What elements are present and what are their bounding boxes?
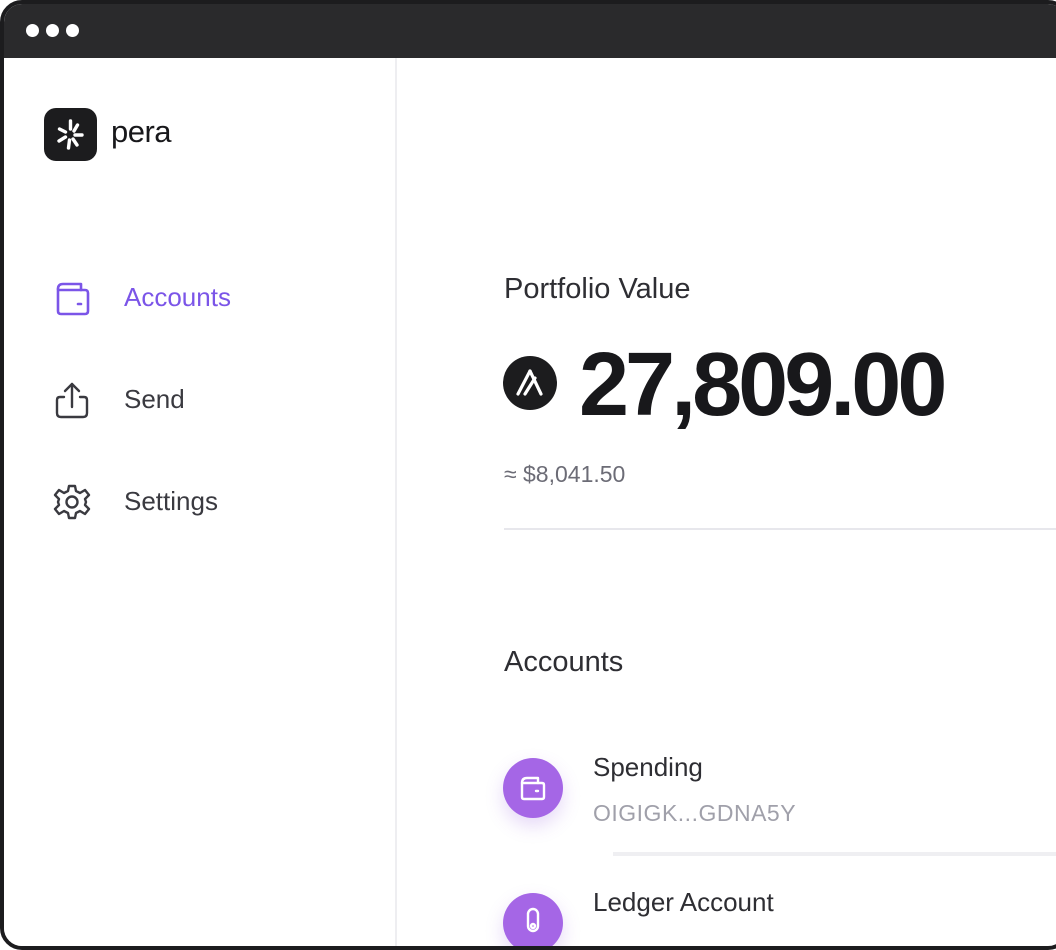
divider (504, 528, 1056, 530)
sidebar-item-accounts[interactable]: Accounts (52, 272, 352, 322)
sidebar-item-label: Accounts (124, 282, 231, 312)
sidebar-item-send[interactable]: Send (52, 374, 352, 424)
account-item-ledger[interactable]: Ledger Account (503, 887, 1056, 946)
portfolio-label: Portfolio Value (504, 273, 691, 305)
window-dot-close[interactable] (26, 24, 39, 37)
account-address: OIGIGK...GDNA5Y (593, 800, 797, 826)
accounts-heading: Accounts (504, 646, 624, 678)
portfolio-value: 27,809.00 (579, 335, 947, 435)
wallet-icon (52, 278, 92, 318)
sidebar: pera Accounts Send Settings (4, 58, 397, 946)
window-titlebar (4, 4, 1056, 58)
sidebar-item-label: Settings (124, 486, 218, 516)
account-avatar (503, 893, 563, 946)
row-separator (613, 852, 1056, 856)
pera-logo-icon (44, 108, 97, 161)
sidebar-item-settings[interactable]: Settings (52, 476, 352, 526)
share-upload-icon (52, 380, 92, 420)
sidebar-item-label: Send (124, 384, 185, 414)
window-dot-maximize[interactable] (66, 24, 79, 37)
app-window: pera Accounts Send Settings Portfolio Va… (0, 0, 1056, 950)
account-name: Spending (593, 752, 703, 782)
gear-icon (52, 482, 92, 522)
account-item-spending[interactable]: Spending OIGIGK...GDNA5Y (503, 752, 1056, 858)
portfolio-usd-value: ≈ $8,041.50 (504, 461, 626, 487)
window-dot-minimize[interactable] (46, 24, 59, 37)
main-content: Portfolio Value 27,809.00 ≈ $8,041.50 Ac… (397, 58, 1056, 946)
app-name: pera (111, 114, 172, 149)
account-name: Ledger Account (593, 887, 774, 917)
algo-icon (503, 356, 557, 410)
account-avatar (503, 758, 563, 818)
